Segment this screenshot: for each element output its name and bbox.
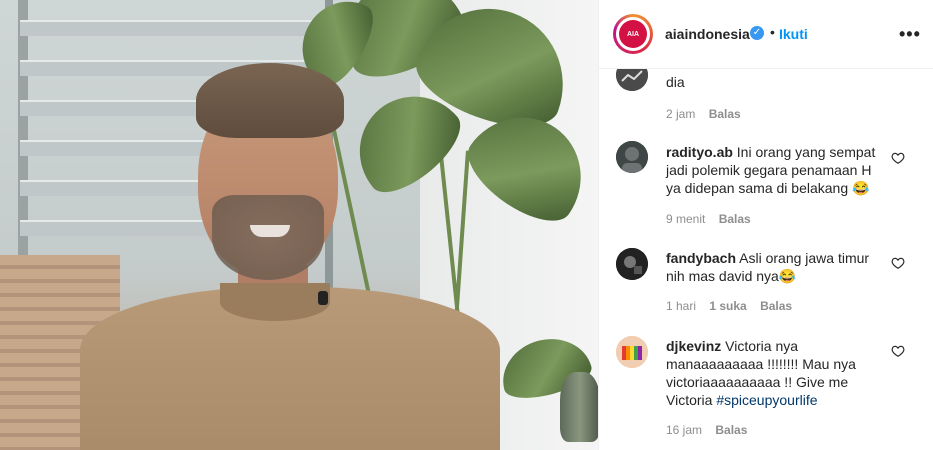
comment-meta: 1 hari 1 suka Balas (666, 299, 802, 313)
separator-dot: • (770, 24, 775, 40)
comment-text: djkevinz Victoria nya manaaaaaaaaa !!!!!… (666, 338, 856, 408)
reply-button[interactable]: Balas (709, 107, 741, 121)
heart-icon[interactable] (891, 151, 905, 165)
comments-list[interactable]: dia 2 jam Balas radityo.ab Ini orang yan… (599, 69, 933, 450)
comment-text: dia (666, 74, 685, 90)
vase (560, 372, 598, 442)
collar (220, 283, 330, 321)
rainbow-avatar-icon (616, 336, 648, 368)
comment-username[interactable]: djkevinz (666, 338, 721, 354)
comment-avatar[interactable] (616, 336, 648, 368)
post-header: AIA aiaindonesia ✓ • Ikuti ••• (599, 0, 933, 69)
avatar-image (616, 141, 648, 173)
more-options-icon[interactable]: ••• (899, 24, 921, 45)
hashtag-link[interactable]: #spiceupyourlife (716, 392, 817, 408)
mouth (250, 225, 290, 237)
reply-button[interactable]: Balas (719, 212, 751, 226)
comment-text: fandybach Asli orang jawa timur nih mas … (666, 250, 870, 284)
avatar-image (616, 69, 648, 91)
comment-avatar[interactable] (616, 248, 648, 280)
comment-time[interactable]: 16 jam (666, 423, 702, 437)
beard (212, 195, 324, 280)
comment-meta: 2 jam Balas (666, 107, 751, 121)
reply-button[interactable]: Balas (715, 423, 747, 437)
likes-count[interactable]: 1 suka (709, 299, 746, 313)
comment-meta: 9 menit Balas (666, 212, 761, 226)
post-media-video[interactable] (0, 0, 598, 450)
comment-username[interactable]: fandybach (666, 250, 736, 266)
follow-button[interactable]: Ikuti (779, 26, 808, 42)
heart-icon[interactable] (891, 344, 905, 358)
comment-text: radityo.ab Ini orang yang sempat jadi po… (666, 144, 876, 196)
avatar-image (616, 248, 648, 280)
comments-panel: AIA aiaindonesia ✓ • Ikuti ••• dia 2 jam… (598, 0, 933, 450)
lapel-microphone-icon (318, 291, 328, 305)
comment-meta: 16 jam Balas (666, 423, 757, 437)
comment-time[interactable]: 2 jam (666, 107, 695, 121)
hair (196, 63, 344, 138)
account-avatar[interactable]: AIA (616, 17, 650, 51)
comment-avatar[interactable] (616, 141, 648, 173)
person-in-video (70, 55, 510, 450)
comment-username[interactable]: radityo.ab (666, 144, 733, 160)
blind-slat (20, 20, 320, 36)
heart-icon[interactable] (891, 256, 905, 270)
aia-logo-icon: AIA (619, 20, 647, 48)
account-username[interactable]: aiaindonesia (665, 26, 750, 42)
verified-badge-icon: ✓ (750, 26, 764, 40)
comment-avatar[interactable] (616, 69, 648, 91)
comment-time[interactable]: 1 hari (666, 299, 696, 313)
reply-button[interactable]: Balas (760, 299, 792, 313)
comment-time[interactable]: 9 menit (666, 212, 705, 226)
